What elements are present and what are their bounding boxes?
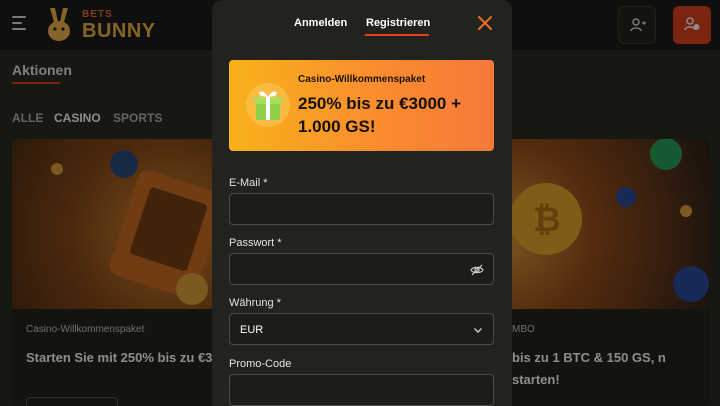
password-label: Passwort *	[229, 237, 282, 249]
chevron-down-icon	[474, 328, 482, 333]
rabbit-logo-icon	[48, 8, 70, 41]
logo-text-top: BETS	[82, 9, 113, 20]
register-user-button[interactable]	[673, 6, 711, 44]
user-login-icon	[630, 18, 646, 32]
promo-code-label: Promo-Code	[229, 358, 292, 370]
logo[interactable]: BETS BUNNY	[42, 6, 156, 44]
promo-card-subtitle: Casino-Willkommenspaket	[26, 324, 145, 335]
eye-slash-icon[interactable]	[470, 263, 484, 277]
welcome-bonus-banner: Casino-Willkommenspaket 250% bis zu €300…	[229, 60, 494, 151]
currency-select[interactable]: EUR	[229, 313, 494, 345]
currency-select-value: EUR	[240, 324, 264, 336]
promo-card-button[interactable]	[26, 397, 118, 406]
welcome-bonus-title: 250% bis zu €3000 + 1.000 GS!	[298, 94, 462, 136]
promo-code-field-wrapper	[229, 374, 494, 406]
close-icon[interactable]	[476, 14, 494, 32]
gift-icon	[246, 83, 290, 127]
filter-sports[interactable]: SPORTS	[113, 111, 162, 125]
welcome-bonus-subtitle: Casino-Willkommenspaket	[298, 74, 426, 85]
active-tab-underline	[365, 34, 429, 36]
registration-modal: Anmelden Registrieren Casino-Willkommens…	[212, 0, 512, 406]
filter-casino[interactable]: CASINO	[54, 111, 101, 125]
logo-text-bottom: BUNNY	[82, 20, 156, 42]
promo-code-field[interactable]	[230, 375, 493, 405]
tab-register[interactable]: Registrieren	[366, 17, 430, 29]
tab-login[interactable]: Anmelden	[294, 17, 347, 29]
currency-label: Währung *	[229, 297, 281, 309]
svg-text:₿: ₿	[533, 201, 561, 239]
email-label: E-Mail *	[229, 177, 268, 189]
page-title-underline	[12, 82, 60, 84]
promo-card-subtitle: MBO	[512, 324, 535, 335]
promo-card-title: bis zu 1 BTC & 150 GS, n starten!	[512, 350, 666, 387]
email-field[interactable]	[230, 194, 493, 224]
hamburger-menu-icon[interactable]	[12, 16, 26, 30]
password-field-wrapper	[229, 253, 494, 285]
login-user-button[interactable]	[618, 6, 656, 44]
page-title: Aktionen	[12, 62, 72, 78]
filter-all[interactable]: ALLE	[12, 111, 43, 125]
email-field-wrapper	[229, 193, 494, 225]
password-field[interactable]	[230, 254, 493, 284]
user-add-icon	[684, 17, 700, 31]
